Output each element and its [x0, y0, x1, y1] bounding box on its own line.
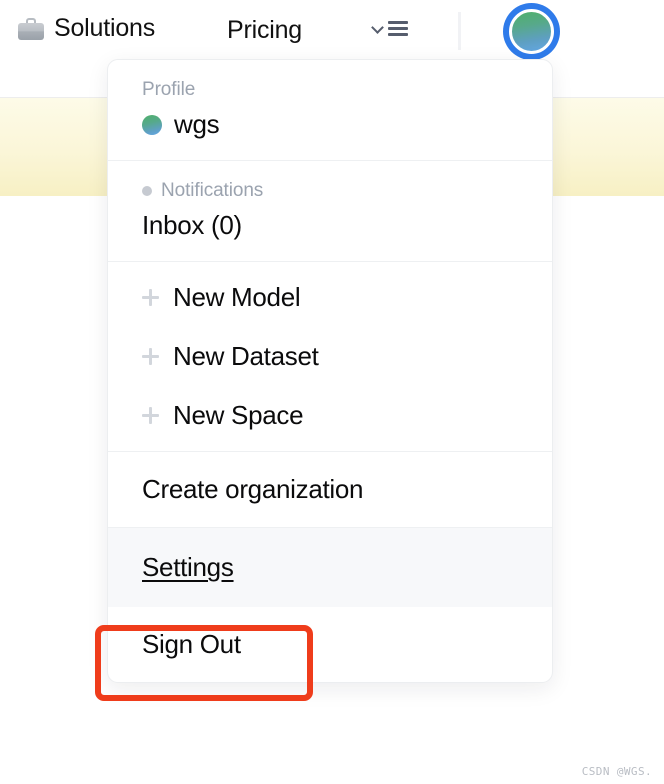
- dropdown-section-create: New Model New Dataset New Space: [108, 261, 552, 451]
- settings-label: Settings: [142, 552, 234, 582]
- briefcase-icon: [18, 17, 44, 40]
- menu-item-inbox[interactable]: Inbox (0): [108, 202, 552, 261]
- dropdown-section-account: Settings Sign Out: [108, 527, 552, 682]
- menu-item-new-model[interactable]: New Model: [108, 268, 552, 327]
- inbox-label: Inbox (0): [142, 210, 242, 240]
- nav-item-pricing-label: Pricing: [227, 16, 303, 44]
- menu-item-settings[interactable]: Settings: [108, 528, 552, 607]
- nav-item-solutions-label: Solutions: [54, 14, 156, 42]
- nav-item-pricing[interactable]: Pricing: [227, 16, 302, 45]
- menu-item-new-space[interactable]: New Space: [108, 386, 552, 445]
- user-avatar-icon: [142, 114, 162, 135]
- new-dataset-label: New Dataset: [173, 341, 319, 371]
- menu-item-create-organization[interactable]: Create organization: [108, 452, 552, 527]
- dropdown-section-organization: Create organization: [108, 451, 552, 527]
- new-space-label: New Space: [173, 400, 304, 430]
- nav-menu-toggle[interactable]: [372, 20, 408, 36]
- nav-item-solutions[interactable]: Solutions: [18, 14, 155, 43]
- dropdown-section-profile: Profile wgs: [108, 60, 552, 160]
- nav-divider: [458, 12, 461, 50]
- create-organization-label: Create organization: [142, 474, 364, 504]
- user-dropdown-menu: Profile wgs Notifications Inbox (0) New …: [107, 59, 553, 683]
- dropdown-section-notifications: Notifications Inbox (0): [108, 160, 552, 261]
- menu-item-profile-user[interactable]: wgs: [108, 101, 552, 160]
- profile-section-label: Profile: [108, 60, 552, 101]
- chevron-down-icon: [372, 22, 384, 34]
- menu-item-new-dataset[interactable]: New Dataset: [108, 327, 552, 386]
- notifications-section-label: Notifications: [108, 161, 552, 202]
- new-model-label: New Model: [173, 282, 301, 312]
- menu-item-sign-out[interactable]: Sign Out: [108, 607, 552, 682]
- plus-icon: [142, 289, 159, 306]
- watermark: CSDN @WGS.: [581, 765, 652, 778]
- plus-icon: [142, 348, 159, 365]
- avatar[interactable]: [503, 3, 560, 60]
- notification-dot-icon: [142, 186, 152, 196]
- hamburger-menu-icon: [388, 20, 408, 36]
- notifications-section-label-text: Notifications: [161, 180, 264, 201]
- sign-out-label: Sign Out: [142, 629, 241, 659]
- profile-username: wgs: [174, 109, 220, 139]
- avatar-image: [509, 9, 554, 54]
- profile-section-label-text: Profile: [142, 79, 196, 100]
- top-navigation-bar: Solutions Pricing: [0, 0, 664, 62]
- plus-icon: [142, 407, 159, 424]
